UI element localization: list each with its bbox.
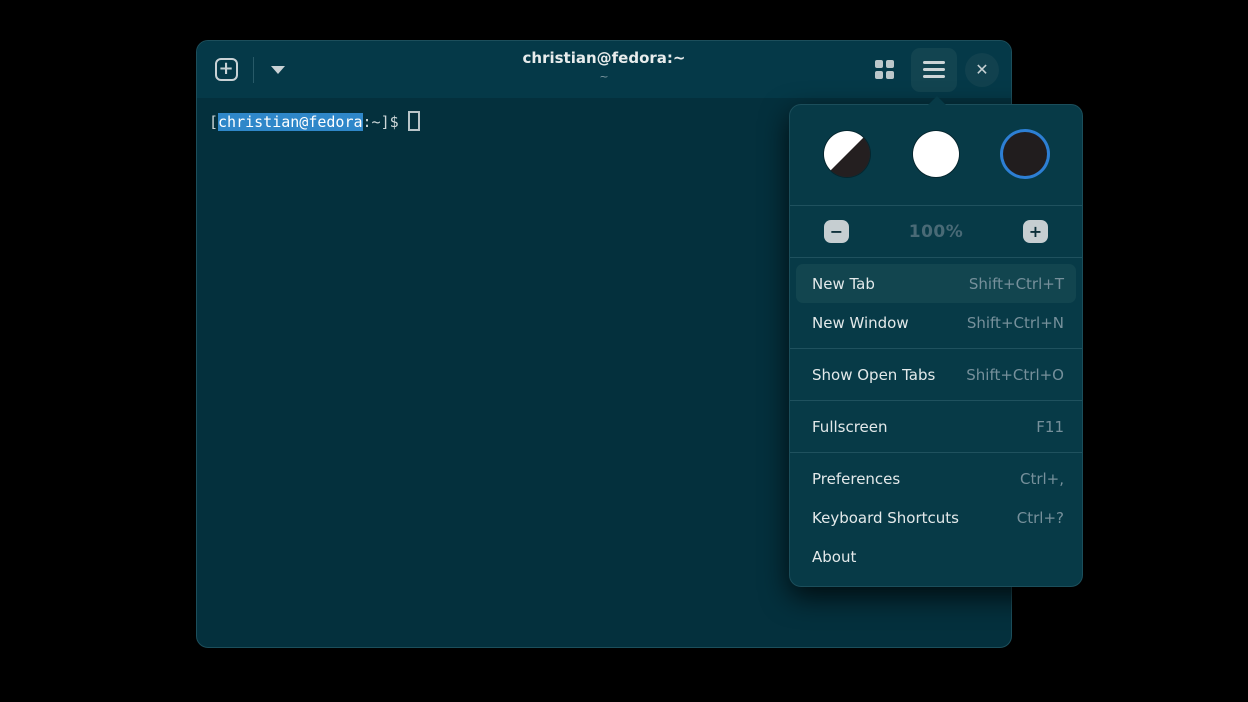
- main-menu-popover: − 100% + New Tab Shift+Ctrl+T New Window…: [789, 104, 1083, 587]
- tab-overview-button[interactable]: [865, 51, 903, 89]
- headerbar: + christian@fedora:~ ~ ✕: [197, 41, 1011, 98]
- plus-square-icon: +: [215, 58, 238, 81]
- menu-item-fullscreen[interactable]: Fullscreen F11: [796, 407, 1076, 446]
- menu-item-show-open-tabs[interactable]: Show Open Tabs Shift+Ctrl+O: [796, 355, 1076, 394]
- new-tab-button[interactable]: +: [209, 53, 243, 87]
- menu-section-overview: Show Open Tabs Shift+Ctrl+O: [790, 349, 1082, 400]
- chevron-down-icon: [271, 66, 285, 74]
- new-tab-options-button[interactable]: [264, 53, 292, 87]
- popover-arrow: [928, 96, 946, 105]
- menu-item-keyboard-shortcuts[interactable]: Keyboard Shortcuts Ctrl+?: [796, 498, 1076, 537]
- menu-item-new-window[interactable]: New Window Shift+Ctrl+N: [796, 303, 1076, 342]
- plus-icon: +: [1029, 224, 1042, 240]
- menu-item-about[interactable]: About: [796, 537, 1076, 576]
- menu-section-view: Fullscreen F11: [790, 401, 1082, 452]
- header-separator: [253, 57, 254, 83]
- window-subtitle: ~: [523, 70, 686, 83]
- theme-light-button[interactable]: [913, 131, 959, 177]
- hamburger-icon: [923, 61, 945, 64]
- terminal-cursor: [408, 111, 420, 131]
- close-window-button[interactable]: ✕: [965, 53, 999, 87]
- theme-selector: [790, 105, 1082, 205]
- menu-section-app: Preferences Ctrl+, Keyboard Shortcuts Ct…: [790, 453, 1082, 586]
- theme-dark-button-selected[interactable]: [1003, 132, 1047, 176]
- theme-follow-system-button[interactable]: [824, 131, 870, 177]
- grid-icon: [875, 60, 894, 79]
- zoom-out-button[interactable]: −: [824, 220, 849, 243]
- zoom-in-button[interactable]: +: [1023, 220, 1048, 243]
- minus-icon: −: [830, 224, 843, 240]
- zoom-controls: − 100% +: [790, 206, 1082, 257]
- prompt-bracket: [: [209, 113, 218, 131]
- menu-item-preferences[interactable]: Preferences Ctrl+,: [796, 459, 1076, 498]
- main-menu-button[interactable]: [911, 48, 957, 92]
- window-title-block: christian@fedora:~ ~: [523, 49, 686, 83]
- menu-item-new-tab[interactable]: New Tab Shift+Ctrl+T: [796, 264, 1076, 303]
- close-icon: ✕: [975, 60, 988, 79]
- zoom-level[interactable]: 100%: [909, 222, 964, 242]
- menu-section-tabs: New Tab Shift+Ctrl+T New Window Shift+Ct…: [790, 258, 1082, 348]
- prompt-suffix: :~]$: [363, 113, 399, 131]
- prompt-selected-text: christian@fedora: [218, 113, 363, 131]
- window-title: christian@fedora:~: [523, 49, 686, 67]
